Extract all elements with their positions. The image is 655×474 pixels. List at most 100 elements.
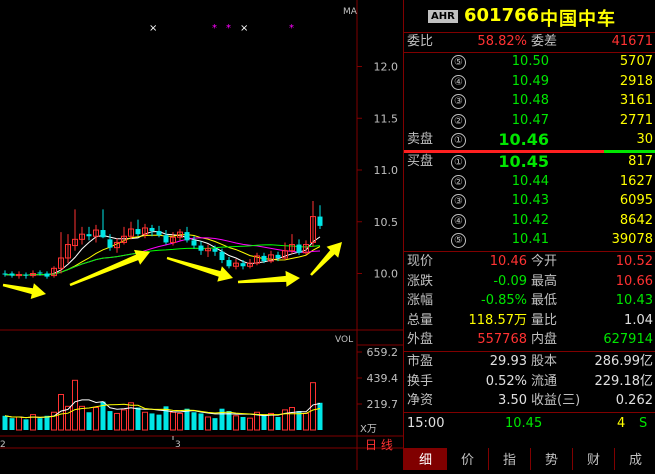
buy-volume: 1627	[619, 173, 653, 189]
fundamental-row: 净资 3.50 收益(三) 0.262	[407, 391, 653, 411]
sell-price: 10.47	[511, 112, 549, 128]
stat-row: 涨跌 -0.09 最高 10.66	[407, 272, 653, 292]
buy-level-1[interactable]: 买盘 ① 10.45 817	[407, 152, 653, 172]
sell-level-1[interactable]: 卖盘 ① 10.46 30	[407, 130, 653, 150]
buy-level-5[interactable]: ⑤ 10.41 39078	[407, 230, 653, 250]
weibi-label: 委比	[407, 34, 434, 49]
candle-body	[219, 251, 225, 261]
volume-bar	[107, 411, 113, 430]
buy-level-2[interactable]: ② 10.44 1627	[407, 172, 653, 192]
stat-label: 净资	[407, 393, 434, 409]
stat-label: 涨跌	[407, 273, 434, 289]
tick-price: 10.45	[505, 416, 543, 431]
volume-bar	[16, 416, 22, 431]
vol-label: VOL	[335, 335, 353, 345]
vol-tick-label: 659.2	[367, 346, 399, 359]
buy-volume: 6095	[619, 193, 653, 209]
level-index: ④	[451, 213, 466, 229]
sell-price: 10.50	[511, 54, 549, 69]
tick-volume: 4	[617, 416, 626, 431]
stat-value: 557768	[477, 332, 527, 348]
candle-body	[156, 231, 162, 236]
price-tick-label: 10.0	[374, 268, 399, 281]
volume-bar	[9, 418, 15, 430]
sell-volume: 2771	[619, 112, 653, 128]
tick-time: 15:00	[407, 416, 445, 431]
volume-bar	[128, 402, 134, 431]
price-tick-label: 11.5	[374, 112, 399, 125]
ahr-badge[interactable]: AHR	[428, 10, 458, 23]
stat-row: 总量 118.57万 量比 1.04	[407, 311, 653, 331]
stat-label: 最低	[531, 293, 558, 309]
weibi-row: 委比 58.82% 委差 41671	[407, 32, 653, 52]
candle-body	[275, 254, 281, 258]
weicha-value: 41671	[611, 34, 653, 49]
stat-label: 换手	[407, 373, 434, 389]
buy-price: 10.44	[511, 173, 549, 189]
sell-volume: 2918	[619, 73, 653, 89]
buy-price: 10.45	[498, 152, 549, 171]
candle-body	[135, 228, 141, 235]
stat-label: 总量	[407, 312, 434, 328]
kline-chart-svg[interactable]: 12.0 11.5 11.0 10.5 10.0 MA VOL 659.2 439.4 219.7…	[0, 0, 403, 470]
buy-price: 10.43	[511, 193, 549, 209]
buy-volume: 39078	[611, 232, 653, 248]
sell-level-4[interactable]: ④ 10.49 2918	[407, 72, 653, 92]
sell-level-3[interactable]: ③ 10.48 3161	[407, 91, 653, 111]
tab-3[interactable]: 势	[530, 448, 572, 470]
tab-1[interactable]: 价	[446, 448, 488, 470]
volume-bar	[233, 415, 239, 431]
sell-volume: 30	[636, 132, 653, 147]
buy-price: 10.42	[511, 212, 549, 228]
candle-body	[2, 273, 8, 275]
volume-bar	[114, 412, 120, 431]
buy-level-3[interactable]: ③ 10.43 6095	[407, 191, 653, 211]
stat-label: 涨幅	[407, 293, 434, 309]
stat-label: 股本	[531, 354, 558, 369]
volume-bar	[135, 407, 141, 430]
buy-price: 10.41	[511, 232, 549, 248]
sell-label: 卖盘	[407, 132, 434, 147]
level-index: ③	[451, 194, 466, 210]
volume-bar	[303, 412, 309, 431]
price-tick-label: 10.5	[374, 216, 399, 229]
volume-bar	[142, 411, 148, 431]
volume-bar	[219, 408, 225, 430]
candle-body	[191, 240, 197, 246]
level-index: ①	[451, 133, 466, 148]
level-index: ①	[451, 155, 466, 170]
sell-price: 10.46	[498, 130, 549, 149]
tab-2[interactable]: 指	[488, 448, 530, 470]
sell-level-2[interactable]: ② 10.47 2771	[407, 111, 653, 131]
candle-body	[86, 234, 92, 237]
level-index: ④	[451, 74, 466, 90]
level-index: ②	[451, 174, 466, 190]
kline-chart[interactable]: 12.0 11.5 11.0 10.5 10.0 MA VOL 659.2 439.4 219.7…	[0, 0, 403, 470]
stat-value: 229.18亿	[594, 373, 654, 389]
trend-arrow-icon	[237, 270, 300, 287]
tab-0[interactable]: 细	[404, 448, 446, 470]
tick-row[interactable]: 15:00 10.45 4 S	[407, 414, 653, 434]
volume-bar	[177, 412, 183, 431]
volume-bar	[37, 418, 43, 430]
signal-marker: *	[289, 23, 294, 34]
sell-level-5[interactable]: ⑤ 10.50 5707	[407, 52, 653, 72]
trend-arrow-icon	[310, 242, 342, 276]
stat-value: 10.52	[615, 254, 653, 269]
signal-marker: *	[226, 23, 231, 34]
tab-4[interactable]: 财	[572, 448, 614, 470]
buy-level-4[interactable]: ④ 10.42 8642	[407, 211, 653, 231]
candle-body	[296, 244, 302, 253]
stat-label: 内盘	[531, 332, 558, 348]
candle-body	[23, 274, 29, 276]
volume-bar	[156, 414, 162, 430]
volume-bar	[2, 415, 8, 430]
stat-value: 29.93	[489, 354, 527, 369]
tab-5[interactable]: 成	[614, 448, 655, 470]
stat-label: 市盈	[407, 354, 434, 369]
vol-tick-label: 439.4	[367, 372, 399, 385]
stat-value: 10.43	[615, 293, 653, 309]
quote-panel: AHR 601766 中国中车 委比 58.82% 委差 41671 ⑤ 10.5…	[403, 0, 655, 470]
stat-label: 外盘	[407, 332, 434, 348]
stat-value: 0.52%	[485, 373, 527, 389]
